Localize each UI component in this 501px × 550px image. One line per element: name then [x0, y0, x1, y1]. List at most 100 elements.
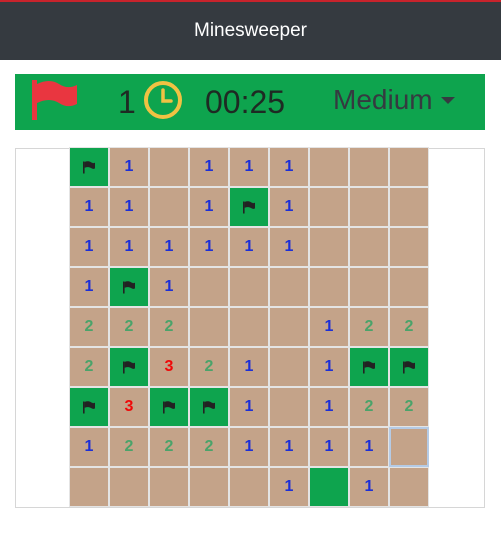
board-cell[interactable] — [189, 467, 229, 507]
flag-icon — [243, 200, 255, 213]
board-cell[interactable] — [189, 267, 229, 307]
board-cell[interactable] — [69, 467, 109, 507]
flag-icon — [123, 280, 135, 293]
board-cell[interactable]: 1 — [229, 427, 269, 467]
board-cell[interactable] — [229, 467, 269, 507]
board-cell[interactable]: 1 — [229, 347, 269, 387]
board-cell[interactable]: 1 — [149, 267, 189, 307]
board-cell[interactable] — [389, 227, 429, 267]
board-cell[interactable]: 1 — [229, 227, 269, 267]
board-cell[interactable] — [349, 347, 389, 387]
board-cell[interactable]: 1 — [69, 267, 109, 307]
board-cell[interactable]: 2 — [149, 427, 189, 467]
board-cell[interactable] — [269, 347, 309, 387]
board-cell[interactable]: 2 — [109, 307, 149, 347]
cell-number: 1 — [164, 238, 174, 255]
flag-icon — [83, 400, 95, 413]
board-cell[interactable] — [309, 227, 349, 267]
board-cell[interactable] — [109, 467, 149, 507]
board-cell[interactable]: 2 — [109, 427, 149, 467]
board-cell[interactable]: 2 — [189, 427, 229, 467]
board-cell[interactable] — [269, 267, 309, 307]
board-cell[interactable] — [389, 187, 429, 227]
board-cell[interactable] — [229, 187, 269, 227]
board-cell[interactable]: 1 — [109, 227, 149, 267]
board-cell[interactable]: 1 — [229, 387, 269, 427]
difficulty-dropdown[interactable]: Medium — [333, 84, 455, 116]
board-cell[interactable] — [349, 227, 389, 267]
board-cell[interactable]: 1 — [189, 187, 229, 227]
board-cell[interactable] — [349, 187, 389, 227]
board-cell[interactable] — [69, 387, 109, 427]
board-cell[interactable] — [389, 147, 429, 187]
board-cell[interactable] — [309, 267, 349, 307]
board-cell[interactable]: 1 — [309, 387, 349, 427]
board-cell[interactable]: 1 — [109, 187, 149, 227]
board-cell[interactable]: 1 — [189, 227, 229, 267]
board-cell[interactable] — [309, 467, 349, 507]
board-cell[interactable]: 1 — [269, 467, 309, 507]
board-cell[interactable]: 2 — [349, 307, 389, 347]
board-cell[interactable] — [389, 467, 429, 507]
board-cell[interactable]: 3 — [149, 347, 189, 387]
cell-number: 1 — [364, 438, 374, 455]
board-cell[interactable] — [189, 387, 229, 427]
board-cell[interactable] — [69, 147, 109, 187]
board-cell[interactable]: 2 — [149, 307, 189, 347]
board-cell[interactable]: 2 — [69, 307, 109, 347]
board-cell[interactable]: 2 — [389, 307, 429, 347]
cell-number: 1 — [244, 158, 254, 175]
board-cell[interactable] — [389, 267, 429, 307]
board-cell[interactable]: 1 — [229, 147, 269, 187]
board-cell[interactable] — [189, 307, 229, 347]
board-cell[interactable] — [229, 307, 269, 347]
board-cell[interactable] — [309, 187, 349, 227]
board-cell[interactable] — [389, 347, 429, 387]
board-cell[interactable]: 1 — [149, 227, 189, 267]
cell-number: 2 — [84, 318, 94, 335]
cell-number: 1 — [284, 158, 294, 175]
clock-icon — [144, 81, 182, 119]
cell-number: 3 — [124, 398, 134, 415]
cell-number: 2 — [204, 358, 214, 375]
board-cell[interactable] — [229, 267, 269, 307]
cell-number: 1 — [324, 398, 334, 415]
board-cell[interactable]: 1 — [69, 227, 109, 267]
board-cell[interactable]: 2 — [69, 347, 109, 387]
cell-number: 2 — [164, 438, 174, 455]
board-cell[interactable] — [269, 307, 309, 347]
board-cell[interactable]: 1 — [309, 427, 349, 467]
board-cell[interactable] — [149, 387, 189, 427]
board-cell[interactable] — [389, 427, 429, 467]
board-cell[interactable] — [349, 147, 389, 187]
flag-icon — [203, 400, 215, 413]
board-cell[interactable]: 2 — [349, 387, 389, 427]
board-cell[interactable]: 1 — [269, 227, 309, 267]
board-cell[interactable] — [149, 147, 189, 187]
board-cell[interactable] — [309, 147, 349, 187]
board-cell[interactable] — [349, 267, 389, 307]
board-cell[interactable]: 2 — [389, 387, 429, 427]
board-cell[interactable] — [109, 347, 149, 387]
board-cell[interactable]: 1 — [69, 427, 109, 467]
app-title: Minesweeper — [194, 20, 307, 41]
board-cell[interactable] — [149, 187, 189, 227]
board-cell[interactable]: 2 — [189, 347, 229, 387]
board-cell[interactable]: 1 — [69, 187, 109, 227]
board-cell[interactable]: 1 — [349, 427, 389, 467]
board-cell[interactable]: 1 — [309, 307, 349, 347]
cell-number: 2 — [164, 318, 174, 335]
board-cell[interactable]: 3 — [109, 387, 149, 427]
cell-number: 1 — [364, 478, 374, 495]
board-cell[interactable] — [149, 467, 189, 507]
board-cell[interactable]: 1 — [309, 347, 349, 387]
board-cell[interactable]: 1 — [349, 467, 389, 507]
board-cell[interactable]: 1 — [269, 147, 309, 187]
cell-number: 1 — [84, 238, 94, 255]
board-cell[interactable]: 1 — [269, 427, 309, 467]
board-cell[interactable]: 1 — [109, 147, 149, 187]
board-cell[interactable]: 1 — [269, 187, 309, 227]
board-cell[interactable] — [109, 267, 149, 307]
board-cell[interactable] — [269, 387, 309, 427]
board-cell[interactable]: 1 — [189, 147, 229, 187]
